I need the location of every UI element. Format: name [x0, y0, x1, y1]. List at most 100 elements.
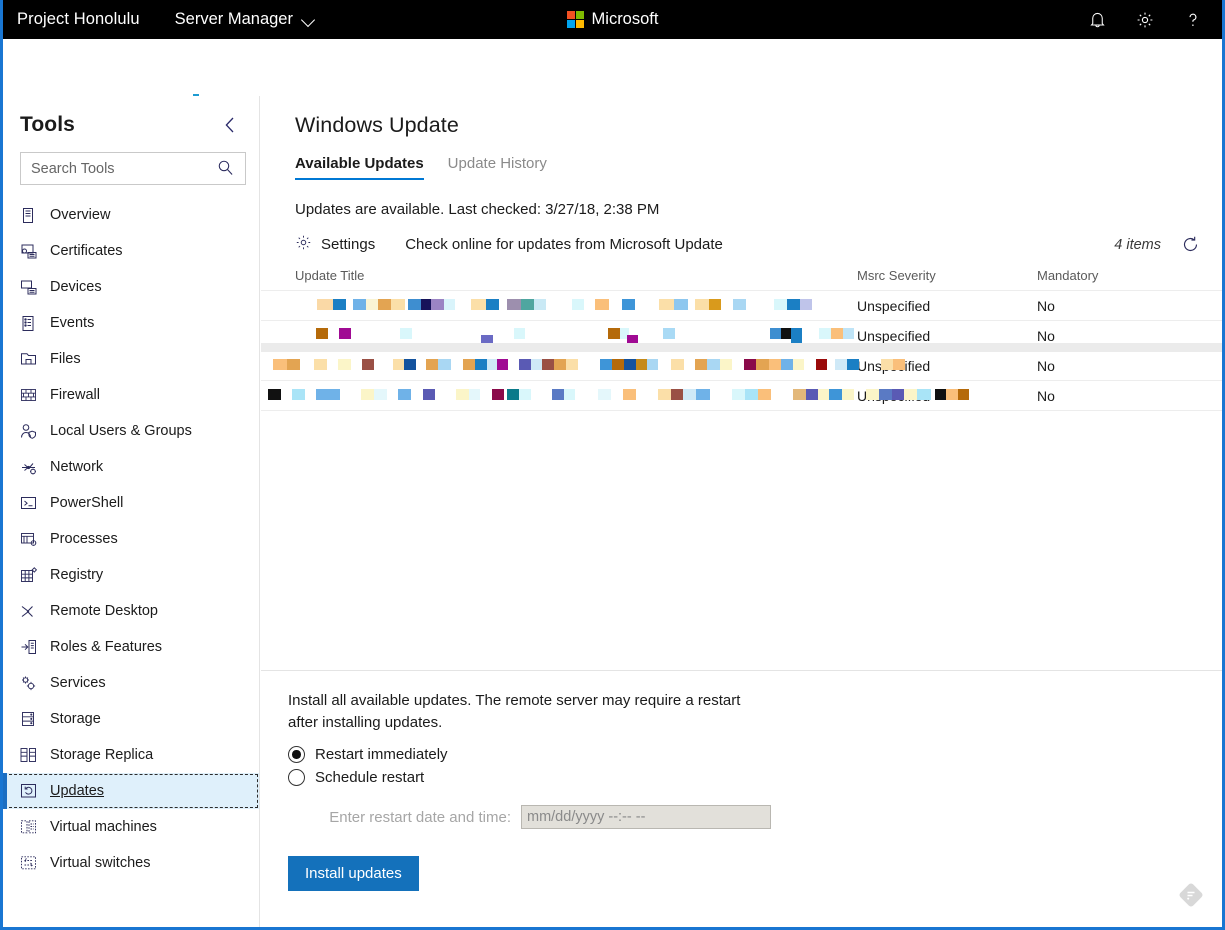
sidebar-item-firewall[interactable]: Firewall: [3, 377, 259, 413]
network-icon: [20, 457, 46, 477]
sidebar-item-devices[interactable]: Devices: [3, 269, 259, 305]
column-header-update-title[interactable]: Update Title: [295, 268, 857, 283]
redaction-blocks-2: [829, 388, 969, 400]
radio-label: Schedule restart: [315, 769, 425, 786]
redaction-blocks-2: [695, 298, 812, 310]
question-mark-icon[interactable]: [1169, 0, 1217, 39]
sidebar-item-label: Overview: [50, 207, 111, 223]
processes-icon: [20, 529, 46, 549]
services-gears-icon: [20, 673, 46, 693]
top-bar-actions: [1073, 0, 1217, 39]
sidebar-item-registry[interactable]: Registry: [3, 557, 259, 593]
bell-icon[interactable]: [1073, 0, 1121, 39]
sidebar-item-label: Services: [50, 675, 106, 691]
users-icon: [20, 421, 46, 441]
install-panel: Install all available updates. The remot…: [261, 670, 1222, 927]
column-header-mandatory[interactable]: Mandatory: [1037, 268, 1217, 283]
cell-mandatory: No: [1037, 387, 1055, 404]
update-status-text: Updates are available. Last checked: 3/2…: [295, 201, 660, 218]
chevron-left-icon[interactable]: [217, 112, 243, 138]
sidebar-item-label: Events: [50, 315, 95, 331]
command-bar-right: 4 items: [1114, 235, 1200, 254]
sidebar-item-certificates[interactable]: Certificates: [3, 233, 259, 269]
radio-button-empty-icon[interactable]: [288, 769, 305, 786]
sidebar-item-overview[interactable]: Overview: [3, 197, 259, 233]
column-header-msrc-severity[interactable]: Msrc Severity: [857, 268, 1037, 283]
restart-datetime-row: Enter restart date and time:: [288, 805, 1222, 829]
product-brand-label: Project Honolulu: [17, 10, 140, 28]
refresh-icon[interactable]: [1181, 235, 1200, 254]
sidebar-item-virtual-machines[interactable]: Virtual machines: [3, 809, 259, 845]
gear-icon: [295, 234, 312, 255]
settings-button[interactable]: Settings: [295, 234, 375, 255]
cell-mandatory: No: [1037, 357, 1055, 374]
sidebar-item-storage-replica[interactable]: Storage Replica: [3, 737, 259, 773]
restart-datetime-input[interactable]: [521, 805, 771, 829]
sidebar-item-label: Storage Replica: [50, 747, 154, 763]
redaction-blocks-2: [835, 358, 905, 370]
settings-label: Settings: [321, 236, 376, 253]
table-row[interactable]: Unspecified No: [261, 291, 1222, 321]
sidebar-item-label: Registry: [50, 567, 104, 583]
sidebar-item-virtual-switches[interactable]: Virtual switches: [3, 845, 259, 881]
gear-icon[interactable]: [1121, 0, 1169, 39]
radio-restart-immediately[interactable]: Restart immediately: [288, 743, 1222, 766]
sidebar-item-services[interactable]: Services: [3, 665, 259, 701]
chevron-down-icon: [302, 13, 315, 26]
sidebar-item-label: Firewall: [50, 387, 100, 403]
updates-table: Update Title Msrc Severity Mandatory Uns…: [261, 268, 1222, 411]
sidebar-item-remote-desktop[interactable]: Remote Desktop: [3, 593, 259, 629]
install-description: Install all available updates. The remot…: [288, 692, 741, 731]
sidebar-item-processes[interactable]: Processes: [3, 521, 259, 557]
table-row[interactable]: Unspecified No: [261, 343, 1222, 381]
radio-button-filled-icon[interactable]: [288, 746, 305, 763]
sidebar-item-roles-features[interactable]: Roles & Features: [3, 629, 259, 665]
cell-mandatory: No: [1037, 297, 1055, 314]
sidebar-item-events[interactable]: Events: [3, 305, 259, 341]
sidebar-item-label: Network: [50, 459, 104, 475]
search-tools-container: [20, 152, 246, 185]
console-icon: [20, 493, 46, 513]
application-window: Project Honolulu Server Manager Microsof…: [0, 0, 1225, 930]
tab-available-updates[interactable]: Available Updates: [295, 155, 424, 180]
app-switcher[interactable]: Server Manager: [175, 10, 315, 29]
tab-update-history[interactable]: Update History: [448, 155, 547, 180]
sidebar-item-label: Storage: [50, 711, 101, 727]
sidebar-item-label: Roles & Features: [50, 639, 163, 655]
table-header-row: Update Title Msrc Severity Mandatory: [261, 268, 1222, 291]
microsoft-wordmark: Microsoft: [591, 10, 659, 28]
microsoft-squares-icon: [566, 11, 584, 28]
virtual-switches-icon: [20, 853, 46, 873]
app-switcher-label: Server Manager: [174, 10, 293, 28]
cell-update-title-redacted: [295, 291, 857, 321]
devices-icon: [20, 277, 46, 297]
certificate-icon: [20, 241, 46, 261]
feedback-diamond-icon[interactable]: [1176, 880, 1206, 910]
tab-bar: Available Updates Update History: [295, 155, 1222, 180]
radio-label: Restart immediately: [315, 746, 448, 763]
sidebar-item-label: Files: [50, 351, 81, 367]
table-row[interactable]: Unspecified No: [261, 381, 1222, 411]
sidebar-item-network[interactable]: Network: [3, 449, 259, 485]
sidebar-item-label: PowerShell: [50, 495, 124, 511]
search-input[interactable]: [20, 152, 246, 185]
storage-replica-icon: [20, 745, 46, 765]
install-updates-button[interactable]: Install updates: [288, 856, 419, 891]
radio-schedule-restart[interactable]: Schedule restart: [288, 766, 1222, 789]
cell-update-title-redacted: [273, 351, 905, 381]
restart-options-group: Restart immediately Schedule restart: [288, 743, 1222, 789]
sidebar-item-local-users-groups[interactable]: Local Users & Groups: [3, 413, 259, 449]
tools-list: Overview Certificates Devices Events Fil…: [3, 197, 259, 881]
sidebar-item-updates[interactable]: Updates: [3, 773, 259, 809]
updates-refresh-icon: [20, 781, 46, 801]
registry-grid-icon: [20, 565, 46, 585]
restart-datetime-label: Enter restart date and time:: [329, 808, 511, 826]
folder-icon: [20, 349, 46, 369]
sidebar-item-storage[interactable]: Storage: [3, 701, 259, 737]
redaction-blocks: [268, 388, 829, 400]
sidebar-item-powershell[interactable]: PowerShell: [3, 485, 259, 521]
check-online-button[interactable]: Check online for updates from Microsoft …: [405, 236, 723, 253]
sidebar-item-files[interactable]: Files: [3, 341, 259, 377]
page-title: Windows Update: [295, 113, 459, 137]
events-icon: [20, 313, 46, 333]
